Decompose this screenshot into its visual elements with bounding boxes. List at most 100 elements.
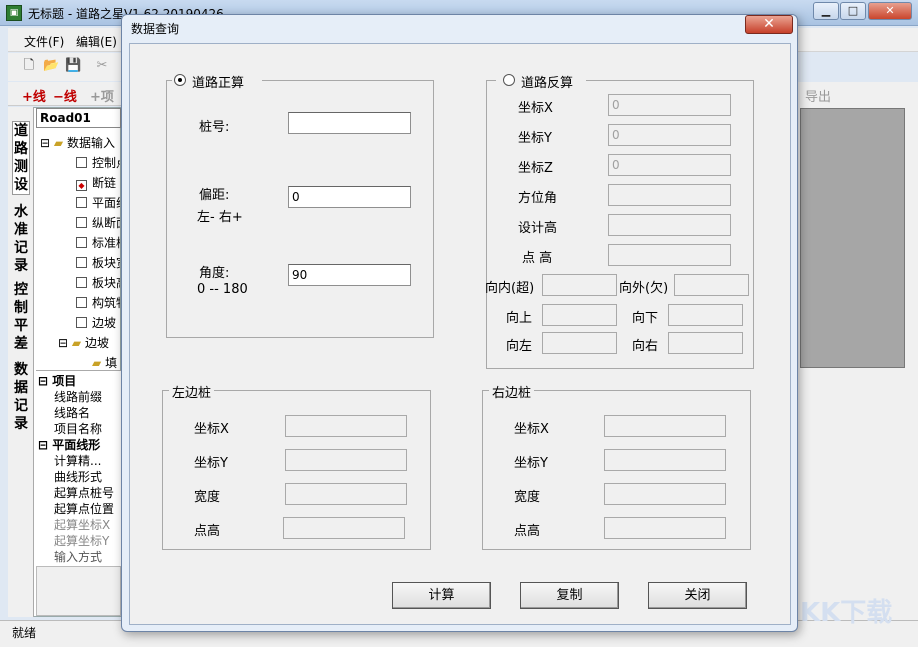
offset-hint: 左- 右+ [197, 210, 243, 225]
tab-leveling-record[interactable]: 水准记录 [12, 203, 30, 275]
station-input[interactable] [288, 112, 411, 134]
forward-calc-label: 道路正算 [192, 76, 245, 91]
down-label: 向下 [632, 311, 659, 326]
up-output [542, 304, 617, 326]
property-row[interactable]: 线路前缀 [54, 388, 120, 405]
checkbox-icon[interactable] [76, 197, 87, 208]
tree-item[interactable]: 边坡 [76, 314, 120, 331]
left-x-output [285, 415, 407, 437]
folder-icon: ▰ [53, 136, 64, 150]
checkbox-icon[interactable] [76, 237, 87, 248]
property-row[interactable]: 项目名称 [54, 420, 120, 437]
folder-icon: ▰ [71, 336, 82, 350]
property-group-alignment[interactable]: ⊟ 平面线形 [38, 436, 100, 453]
property-row[interactable]: 起算点桩号 [54, 484, 120, 501]
checkbox-icon[interactable] [76, 217, 87, 228]
tree-item[interactable]: 平面线 [76, 194, 120, 211]
coord-z-input[interactable]: 0 [608, 154, 731, 176]
left-output [542, 332, 617, 354]
azimuth-output [608, 184, 731, 206]
checkbox-icon[interactable] [76, 297, 87, 308]
outer-output [674, 274, 749, 296]
close-button[interactable]: 关闭 [648, 582, 747, 609]
watermark-logo: KK下载 [800, 598, 893, 628]
coord-x-label: 坐标X [518, 101, 553, 116]
right-elev-output [604, 517, 726, 539]
inverse-calc-label: 道路反算 [521, 76, 574, 91]
property-row[interactable]: 计算精... [54, 452, 120, 469]
tab-control-adjustment[interactable]: 控制平差 [12, 281, 30, 353]
tab-road-survey[interactable]: 道路测设 [12, 121, 30, 195]
open-folder-icon[interactable]: 📂 [43, 58, 59, 74]
right-output [668, 332, 743, 354]
left-stake-title: 左边桩 [169, 382, 215, 401]
drawing-area [800, 108, 905, 368]
forward-calc-radio[interactable] [174, 74, 186, 86]
tree-item[interactable]: 板块高 [76, 274, 120, 291]
property-row[interactable]: 曲线形式 [54, 468, 120, 485]
tree-item[interactable]: 标准横 [76, 234, 120, 251]
dialog-close-button[interactable]: ✕ [745, 15, 793, 34]
remove-line-button[interactable]: −线 [53, 86, 77, 105]
design-elev-label: 设计高 [518, 221, 558, 236]
coord-y-input[interactable]: 0 [608, 124, 731, 146]
checkbox-checked-icon[interactable]: ◆ [76, 180, 87, 191]
new-file-icon[interactable]: 🗋 [21, 58, 37, 74]
point-elev-label: 点 高 [522, 251, 553, 266]
menu-file[interactable]: 文件(F) [24, 33, 64, 50]
line-toolbar: +线 −线 +项 [8, 82, 128, 106]
copy-button[interactable]: 复制 [520, 582, 619, 609]
angle-input[interactable]: 90 [288, 264, 411, 286]
left-elev-label: 点高 [194, 524, 221, 539]
inverse-calc-radio[interactable] [503, 74, 515, 86]
property-description-panel [36, 566, 121, 616]
save-icon[interactable]: 💾 [65, 58, 81, 74]
left-y-label: 坐标Y [194, 456, 228, 471]
calculate-button[interactable]: 计算 [392, 582, 491, 609]
road-selector[interactable]: Road01 [36, 108, 121, 128]
tree-leaf[interactable]: ▰ 填 [92, 354, 120, 371]
property-row[interactable]: 输入方式 [54, 548, 120, 565]
inner-label: 向内(超) [485, 281, 535, 296]
checkbox-icon[interactable] [76, 157, 87, 168]
inner-output [542, 274, 617, 296]
tree-item[interactable]: 控制点 [76, 154, 120, 171]
export-button[interactable]: 导出 [805, 86, 831, 105]
app-icon: ▣ [6, 5, 22, 21]
left-width-label: 宽度 [194, 490, 221, 505]
tab-data-record[interactable]: 数据记录 [12, 361, 30, 433]
checkbox-icon[interactable] [76, 257, 87, 268]
standard-toolbar: 🗋 📂 💾 ✂ [8, 53, 128, 81]
left-y-output [285, 449, 407, 471]
tree-item-folder[interactable]: ⊟ ▰ 边坡 [58, 334, 120, 351]
right-x-label: 坐标X [514, 422, 549, 437]
coord-z-label: 坐标Z [518, 161, 553, 176]
offset-input[interactable]: 0 [288, 186, 411, 208]
left-elev-output [283, 517, 405, 539]
property-row[interactable]: 起算坐标X [54, 516, 120, 533]
minimize-button[interactable]: ▁ [813, 2, 839, 20]
tree-item[interactable]: 纵断面 [76, 214, 120, 231]
property-group-project[interactable]: ⊟ 项目 [38, 372, 76, 389]
property-row[interactable]: 起算坐标Y [54, 532, 120, 549]
property-row[interactable]: 起算点位置 [54, 500, 120, 517]
main-close-button[interactable]: ✕ [868, 2, 912, 20]
property-row[interactable]: 线路名 [54, 404, 120, 421]
add-item-button[interactable]: +项 [90, 86, 114, 105]
menu-edit[interactable]: 编辑(E) [76, 33, 117, 50]
checkbox-icon[interactable] [76, 277, 87, 288]
status-text: 就绪 [12, 626, 37, 640]
cut-icon[interactable]: ✂ [94, 58, 110, 74]
checkbox-icon[interactable] [76, 317, 87, 328]
add-line-button[interactable]: +线 [22, 86, 46, 105]
tree-root-data-input[interactable]: ⊟ ▰ 数据输入 [40, 134, 120, 151]
maximize-button[interactable]: □ [840, 2, 866, 20]
tree-item[interactable]: ◆ 断链 [76, 174, 120, 191]
tree-item[interactable]: 板块宽 [76, 254, 120, 271]
angle-label: 角度: [199, 266, 230, 281]
angle-hint: 0 -- 180 [197, 282, 248, 297]
tree-item[interactable]: 构筑物 [76, 294, 120, 311]
right-width-label: 宽度 [514, 490, 541, 505]
coord-x-input[interactable]: 0 [608, 94, 731, 116]
left-label: 向左 [506, 339, 533, 354]
